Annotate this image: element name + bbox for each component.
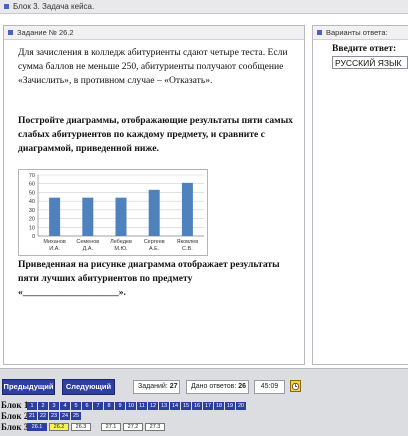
task-cell-5[interactable]: 5: [71, 402, 81, 410]
task-cell-2[interactable]: 2: [38, 402, 48, 410]
answers-panel: Варианты ответа: Введите ответ:: [312, 25, 408, 365]
block-3-cells: 26.1 26.2 26.3 27.1 27.2 27.3: [27, 423, 167, 431]
y-tick-label: 10: [29, 225, 35, 231]
answers-title: Варианты ответа:: [326, 28, 388, 37]
task-cell-18[interactable]: 18: [214, 402, 224, 410]
task-cell-9[interactable]: 9: [115, 402, 125, 410]
x-tick-label: И.А.: [49, 246, 60, 252]
bar-4: [148, 189, 160, 236]
task-cell-19[interactable]: 19: [225, 402, 235, 410]
previous-button[interactable]: Предыдущий: [2, 379, 55, 395]
chart-canvas: 0 10 20 30 40 50 60 70 МихановИ.А. СеменовД.А. Леб…: [29, 173, 204, 252]
task-marker-icon: [8, 30, 13, 35]
window-marker-icon: [4, 4, 9, 9]
x-tick-label: С.В.: [182, 246, 193, 252]
task-cell-26-2[interactable]: 26.2: [49, 423, 69, 431]
window-title: Блок 3. Задача кейса.: [13, 2, 95, 11]
task-cell-8[interactable]: 8: [104, 402, 114, 410]
task-cell-10[interactable]: 10: [126, 402, 136, 410]
answers-marker-icon: [317, 30, 322, 35]
x-tick-label: Д.А.: [83, 246, 94, 252]
block-1-label: Блок 1: [1, 400, 29, 410]
answers-given-count: 26: [238, 383, 247, 390]
task-cell-6[interactable]: 6: [82, 402, 92, 410]
answers-counter: Дано ответов: 26: [186, 380, 249, 394]
task-cell-23[interactable]: 23: [49, 412, 59, 420]
x-tick-label: М.Ю.: [114, 246, 128, 252]
task-cell-14[interactable]: 14: [170, 402, 180, 410]
x-tick-label: Сергеев: [144, 239, 165, 245]
x-tick-label: А.Е.: [149, 246, 160, 252]
answer-input[interactable]: [332, 56, 408, 69]
y-tick-label: 30: [29, 208, 35, 214]
task-cell-21[interactable]: 21: [27, 412, 37, 420]
task-cell-4[interactable]: 4: [60, 402, 70, 410]
task-cell-25[interactable]: 25: [71, 412, 81, 420]
task-panel: Задание № 26.2 Для зачисления в колледж …: [3, 25, 305, 365]
y-tick-label: 0: [32, 234, 35, 240]
timer: 45:09: [254, 380, 285, 394]
x-tick-label: Семенов: [76, 239, 99, 245]
task-cell-1[interactable]: 1: [27, 402, 37, 410]
task-cell-3[interactable]: 3: [49, 402, 59, 410]
bar-5: [181, 182, 193, 236]
task-cell-12[interactable]: 12: [148, 402, 158, 410]
task-cell-22[interactable]: 22: [38, 412, 48, 420]
block-2-cells: 21 22 23 24 25: [27, 412, 82, 420]
x-tick-label: Лебедев: [110, 239, 132, 245]
bar-1: [49, 197, 61, 236]
task-cell-17[interactable]: 17: [203, 402, 213, 410]
tasks-counter: Заданий: 27: [133, 380, 180, 394]
task-cell-27-2[interactable]: 27.2: [123, 423, 143, 431]
task-cell-7[interactable]: 7: [93, 402, 103, 410]
block-2-label: Блок 2: [1, 411, 29, 421]
task-cell-11[interactable]: 11: [137, 402, 147, 410]
bar-2: [82, 197, 94, 236]
window-titlebar: Блок 3. Задача кейса.: [0, 0, 408, 14]
task-cell-27-1[interactable]: 27.1: [101, 423, 121, 431]
task-paragraph-1: Для зачисления в колледж абитуриенты сда…: [18, 47, 288, 86]
task-cell-15[interactable]: 15: [181, 402, 191, 410]
y-tick-label: 40: [29, 199, 35, 205]
y-tick-label: 70: [29, 173, 35, 179]
task-cell-13[interactable]: 13: [159, 402, 169, 410]
tasks-count: 27: [169, 383, 178, 390]
task-cell-26-3[interactable]: 26.3: [71, 423, 91, 431]
x-tick-label: Яковлев: [177, 239, 199, 245]
tasks-label: Заданий:: [138, 383, 168, 390]
y-tick-label: 20: [29, 217, 35, 223]
task-paragraph-3: Приведенная на рисунке диаграмма отображ…: [18, 259, 280, 298]
y-tick-label: 60: [29, 182, 35, 188]
bar-3: [115, 197, 127, 236]
task-number: Задание № 26.2: [17, 28, 74, 37]
task-cell-16[interactable]: 16: [192, 402, 202, 410]
next-button[interactable]: Следующий: [62, 379, 115, 395]
task-cell-26-1[interactable]: 26.1: [27, 423, 47, 431]
results-bar-chart: 0 10 20 30 40 50 60 70 Миханов И.А. Семенов Д.А. Леб…: [18, 169, 208, 256]
y-tick-label: 50: [29, 190, 35, 196]
footer-bar: Предыдущий Следующий Заданий: 27 Дано от…: [0, 368, 408, 436]
block-3-label: Блок 3: [1, 422, 29, 432]
answers-given-label: Дано ответов:: [191, 383, 237, 390]
task-cell-20[interactable]: 20: [236, 402, 246, 410]
block-1-cells: 1 2 3 4 5 6 7 8 9 10 11 12 13 14 15 16 17 18 19 20: [27, 402, 247, 410]
clock-icon[interactable]: [290, 380, 301, 392]
x-tick-label: Миханов: [43, 239, 65, 245]
answers-panel-header: Варианты ответа:: [313, 26, 408, 40]
task-panel-header: Задание № 26.2: [4, 26, 304, 40]
task-paragraph-2: Постройте диаграммы, отображающие резуль…: [18, 115, 293, 154]
task-cell-24[interactable]: 24: [60, 412, 70, 420]
answer-label: Введите ответ:: [332, 43, 397, 54]
task-cell-27-3[interactable]: 27.3: [145, 423, 165, 431]
